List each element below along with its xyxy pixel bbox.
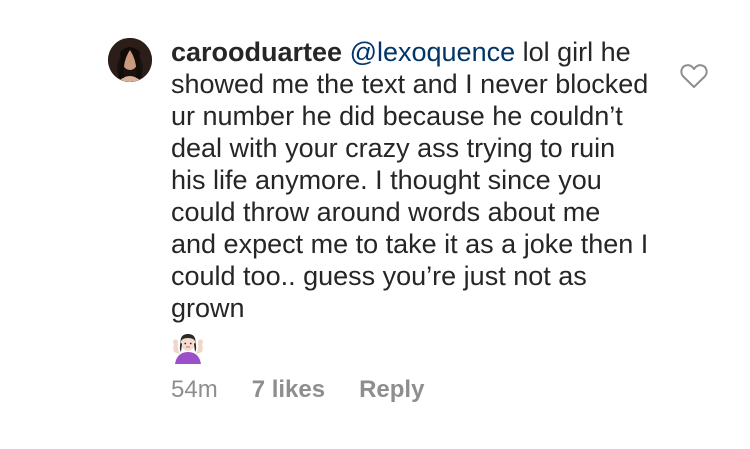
comment-username[interactable]: carooduartee — [171, 37, 342, 67]
reply-button[interactable]: Reply — [359, 375, 424, 405]
comment-timestamp[interactable]: 54m — [171, 375, 218, 405]
comment-mention[interactable]: @lexoquence — [350, 37, 516, 67]
comment-meta: 54m 7 likes Reply — [171, 375, 424, 405]
likes-count[interactable]: 7 likes — [252, 375, 325, 405]
comment-item: carooduartee @lexoquence lol girl he sho… — [0, 0, 750, 449]
shrugging-woman-emoji — [171, 330, 205, 364]
comment-message: lol girl he showed me the text and I nev… — [171, 37, 656, 323]
avatar[interactable] — [108, 38, 152, 82]
heart-outline-icon[interactable] — [680, 63, 708, 89]
comment-text: carooduartee @lexoquence lol girl he sho… — [171, 36, 651, 364]
